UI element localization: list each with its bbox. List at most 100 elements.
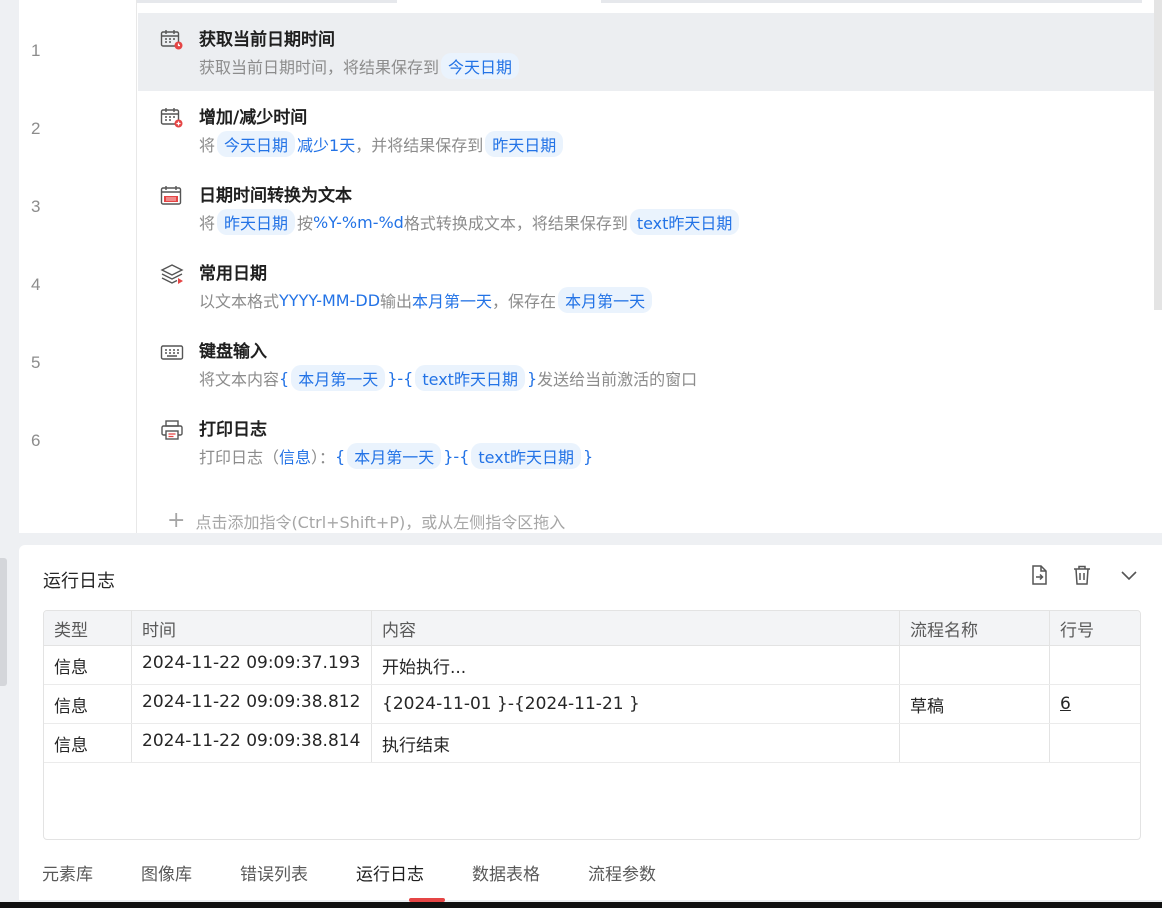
run-log-title: 运行日志 bbox=[43, 571, 115, 592]
table-row[interactable]: 信息 2024-11-22 09:09:37.193 开始执行... bbox=[44, 646, 1140, 685]
column-header-flow-name[interactable]: 流程名称 bbox=[900, 611, 1050, 645]
editor-scrollbar[interactable] bbox=[1154, 0, 1162, 310]
table-row[interactable]: 信息 2024-11-22 09:09:38.814 执行结束 bbox=[44, 724, 1140, 763]
param-value: { bbox=[279, 368, 290, 388]
param-value: { bbox=[335, 446, 346, 466]
column-header-type[interactable]: 类型 bbox=[44, 611, 132, 645]
step-description: 将文本内容{本月第一天}-{text昨天日期} 发送给当前激活的窗口 bbox=[199, 365, 697, 391]
desc-text: 将文本内容 bbox=[199, 370, 280, 389]
step-title: 增加/减少时间 bbox=[199, 108, 308, 128]
param-value: 本月第一天 bbox=[412, 292, 493, 311]
flow-step[interactable]: 获取当前日期时间 获取当前日期时间，将结果保存到 今天日期 bbox=[138, 13, 1154, 91]
param-value: }-{ bbox=[387, 368, 414, 388]
export-log-button[interactable] bbox=[1027, 563, 1051, 587]
cell-flow-name bbox=[900, 724, 1050, 762]
cell-time: 2024-11-22 09:09:38.814 bbox=[132, 724, 372, 762]
variable-chip[interactable]: 今天日期 bbox=[441, 53, 520, 79]
line-number: 5 bbox=[31, 353, 41, 372]
param-value: } bbox=[582, 446, 594, 466]
line-number: 3 bbox=[31, 197, 41, 216]
run-log-table: 类型 时间 内容 流程名称 行号 信息 2024-11-22 09:09:37.… bbox=[43, 610, 1141, 840]
cell-line-no bbox=[1050, 724, 1140, 762]
bottom-tab[interactable]: 运行日志 bbox=[356, 860, 424, 885]
step-description: 以文本格式 YYYY-MM-DD 输出 本月第一天 ，保存在 本月第一天 bbox=[199, 287, 654, 313]
line-number-link[interactable]: 6 bbox=[1060, 694, 1071, 714]
desc-text: 发送给当前激活的窗口 bbox=[537, 370, 698, 389]
step-description: 将今天日期 减少1天 ，并将结果保存到 昨天日期 bbox=[199, 131, 565, 157]
cell-type: 信息 bbox=[44, 724, 132, 762]
step-title: 常用日期 bbox=[199, 264, 267, 284]
variable-chip[interactable]: 昨天日期 bbox=[217, 209, 296, 235]
column-header-content[interactable]: 内容 bbox=[372, 611, 900, 645]
column-header-time[interactable]: 时间 bbox=[132, 611, 372, 645]
flow-step[interactable]: 日期时间转换为文本将昨天日期按 %Y-%m-%d 格式转换成文本，将结果保存到 tex… bbox=[138, 169, 1154, 247]
variable-chip[interactable]: 本月第一天 bbox=[347, 443, 442, 469]
desc-text: 将 bbox=[199, 136, 216, 155]
param-value: YYYY-MM-DD bbox=[279, 290, 381, 310]
panel-resize-handle[interactable] bbox=[0, 558, 7, 686]
calendar-text-icon bbox=[160, 185, 184, 207]
flow-step[interactable]: 增加/减少时间将今天日期 减少1天 ，并将结果保存到 昨天日期 bbox=[138, 91, 1154, 169]
param-value: }-{ bbox=[443, 446, 470, 466]
step-title: 键盘输入 bbox=[199, 342, 267, 362]
add-instruction-hint[interactable]: + 点击添加指令(Ctrl+Shift+P)，或从左侧指令区拖入 bbox=[167, 508, 565, 533]
line-number: 2 bbox=[31, 119, 41, 138]
bottom-tab[interactable]: 流程参数 bbox=[588, 860, 656, 885]
desc-text: ，并将结果保存到 bbox=[355, 136, 484, 155]
param-value: %Y-%m-%d bbox=[313, 212, 404, 232]
desc-text: 将 bbox=[199, 214, 216, 233]
cell-content: 开始执行... bbox=[372, 646, 900, 684]
flow-step[interactable]: 常用日期以文本格式 YYYY-MM-DD 输出 本月第一天 ，保存在 本月第一天 bbox=[138, 247, 1154, 325]
calendar-clock-icon bbox=[160, 29, 184, 51]
chevron-down-icon bbox=[1121, 571, 1137, 581]
cell-time: 2024-11-22 09:09:37.193 bbox=[132, 646, 372, 684]
cell-content: {2024-11-01 }-{2024-11-21 } bbox=[372, 685, 900, 723]
table-row[interactable]: 信息 2024-11-22 09:09:38.812 {2024-11-01 }… bbox=[44, 685, 1140, 724]
export-file-icon bbox=[1032, 565, 1047, 585]
collapse-panel-button[interactable] bbox=[1117, 563, 1141, 587]
table-header-row: 类型 时间 内容 流程名称 行号 bbox=[44, 611, 1140, 646]
step-title: 日期时间转换为文本 bbox=[199, 186, 352, 206]
line-number: 4 bbox=[31, 275, 41, 294]
desc-text: ）： bbox=[311, 448, 336, 467]
bottom-tab[interactable]: 数据表格 bbox=[472, 860, 540, 885]
cell-line-no bbox=[1050, 646, 1140, 684]
variable-chip[interactable]: 昨天日期 bbox=[485, 131, 564, 157]
flow-step[interactable]: 键盘输入将文本内容{本月第一天}-{text昨天日期} 发送给当前激活的窗口 bbox=[138, 325, 1154, 403]
param-value: 信息 bbox=[279, 448, 312, 467]
run-log-panel: 运行日志 类型 时间 内容 流程名称 行号 信息 2024-11-22 09:0… bbox=[19, 545, 1162, 900]
bottom-panel-tabs: 元素库 图像库 错误列表 运行日志 数据表格 流程参数 bbox=[42, 860, 704, 885]
cell-flow-name: 草稿 bbox=[900, 685, 1050, 723]
cell-content: 执行结束 bbox=[372, 724, 900, 762]
tab-strip-edge-right bbox=[601, 0, 1142, 3]
variable-chip[interactable]: 本月第一天 bbox=[558, 287, 653, 313]
clear-log-button[interactable] bbox=[1070, 563, 1094, 587]
line-number-gutter: 1 2 3 4 5 6 bbox=[19, 0, 137, 533]
param-value: } bbox=[526, 368, 538, 388]
variable-chip[interactable]: text昨天日期 bbox=[471, 443, 581, 469]
step-title: 获取当前日期时间 bbox=[199, 30, 335, 50]
printer-icon bbox=[160, 419, 184, 441]
desc-text: 按 bbox=[297, 214, 314, 233]
step-title: 打印日志 bbox=[199, 420, 267, 440]
bottom-tab[interactable]: 图像库 bbox=[141, 860, 192, 885]
cell-flow-name bbox=[900, 646, 1050, 684]
bottom-tab[interactable]: 元素库 bbox=[42, 860, 93, 885]
calendar-add-icon bbox=[160, 107, 184, 129]
desc-text: 打印日志（ bbox=[199, 448, 280, 467]
trash-icon bbox=[1074, 565, 1090, 585]
variable-chip[interactable]: text昨天日期 bbox=[415, 365, 525, 391]
variable-chip[interactable]: 今天日期 bbox=[217, 131, 296, 157]
column-header-line-no[interactable]: 行号 bbox=[1050, 611, 1140, 645]
flow-step[interactable]: 打印日志打印日志（ 信息）：{本月第一天}-{text昨天日期} bbox=[138, 403, 1154, 481]
keyboard-icon bbox=[160, 341, 184, 363]
bottom-tab[interactable]: 错误列表 bbox=[240, 860, 308, 885]
layers-icon bbox=[160, 263, 184, 285]
variable-chip[interactable]: text昨天日期 bbox=[629, 209, 740, 235]
cell-line-no: 6 bbox=[1050, 685, 1140, 723]
cell-time: 2024-11-22 09:09:38.812 bbox=[132, 685, 372, 723]
variable-chip[interactable]: 本月第一天 bbox=[291, 365, 386, 391]
step-description: 打印日志（ 信息）：{本月第一天}-{text昨天日期} bbox=[199, 443, 593, 469]
desc-text: 格式转换成文本，将结果保存到 bbox=[403, 214, 628, 233]
cell-type: 信息 bbox=[44, 646, 132, 684]
